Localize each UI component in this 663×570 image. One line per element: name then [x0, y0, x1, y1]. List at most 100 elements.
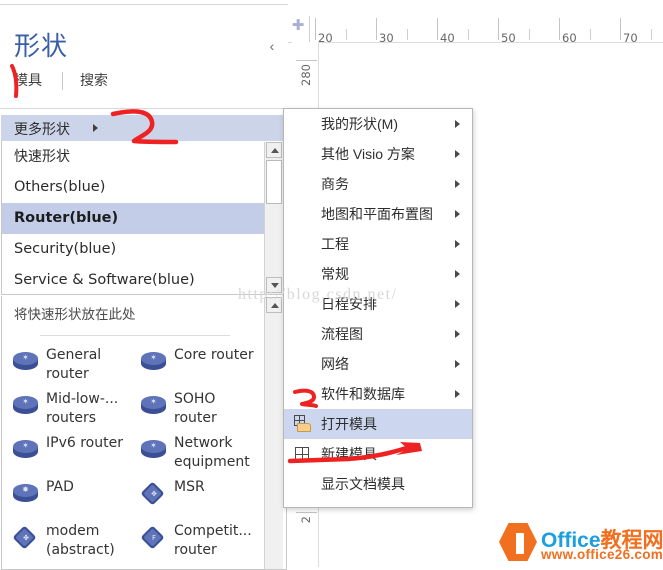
ruler-tick-label: 60	[562, 31, 577, 45]
menu-item-label: 其他 Visio 方案	[321, 146, 415, 162]
menu-item[interactable]: 其他 Visio 方案	[284, 139, 472, 169]
router-puck-icon: ✶	[12, 395, 40, 417]
stencil-item[interactable]: Router(blue)	[2, 203, 286, 234]
menu-item[interactable]: 新建模具	[284, 439, 472, 469]
quick-shapes-zone[interactable]: 将快速形状放在此处 ✶ General router ✶ Core router ✶ Mi…	[1, 296, 287, 570]
ruler-tick-label: 30	[379, 31, 394, 45]
shape-item[interactable]: ✶ Mid-low-... routers	[10, 390, 134, 432]
caret-right-icon	[93, 124, 98, 132]
shape-item[interactable]: ✶ SOHO router	[138, 390, 262, 432]
shape-item-label: Competit... router	[174, 523, 252, 558]
submenu-caret-icon	[455, 270, 460, 278]
ruler-tick	[376, 18, 377, 40]
shape-item-label: MSR	[174, 479, 205, 495]
submenu-caret-icon	[455, 300, 460, 308]
menu-item[interactable]: 常规	[284, 259, 472, 289]
router-puck-icon: ✶	[12, 439, 40, 461]
shape-item-label: SOHO router	[174, 391, 217, 426]
ruler-origin-icon[interactable]: ✚	[290, 18, 306, 34]
stencil-item[interactable]: Security(blue)	[2, 234, 286, 265]
ruler-minor-tick	[651, 29, 652, 40]
shape-item[interactable]: ✥ MSR	[138, 478, 262, 520]
menu-item[interactable]: 网络	[284, 349, 472, 379]
shape-item-label: IPv6 router	[46, 435, 123, 451]
office-tutorial-logo: Office教程网 www.office26.com	[499, 521, 663, 563]
visio-shapes-window: ✚ 20 30 40 50 60 70 280 2 形状 ‹ 模具 搜索 更多形状 快速形状…	[0, 0, 663, 570]
menu-item-label: 软件和数据库	[321, 386, 405, 402]
ruler-tick-label: 50	[501, 31, 516, 45]
menu-item[interactable]: 打开模具	[284, 409, 472, 439]
ruler-tick	[498, 18, 499, 40]
menu-item-label: 我的形状(M)	[321, 116, 398, 132]
menu-item[interactable]: 流程图	[284, 319, 472, 349]
ruler-minor-tick	[529, 29, 530, 40]
tab-stencils[interactable]: 模具	[14, 70, 42, 90]
router-puck-icon: ✸	[12, 483, 40, 505]
logo-url: www.office26.com	[541, 547, 663, 562]
chevron-left-icon[interactable]: ‹	[263, 37, 281, 55]
ruler-tick-label: 20	[318, 31, 333, 45]
menu-item[interactable]: 地图和平面布置图	[284, 199, 472, 229]
menu-item[interactable]: 显示文档模具	[284, 469, 472, 499]
more-shapes-flyout-menu[interactable]: 我的形状(M) 其他 Visio 方案 商务 地图和平面布置图 工程 常规 日程安排 流程图网…	[283, 108, 473, 508]
ruler-minor-tick	[407, 29, 408, 40]
shape-item[interactable]: ✸ PAD	[10, 478, 134, 520]
router-puck-icon: ✶	[140, 439, 168, 461]
quick-shapes-divider	[40, 335, 230, 336]
diamond-node-icon: ✥	[140, 481, 168, 506]
submenu-caret-icon	[455, 120, 460, 128]
pane-tabs: 模具 搜索	[0, 70, 288, 100]
shape-item[interactable]: ✤ modem (abstract)	[10, 522, 134, 564]
shape-item[interactable]: ✶ Core router	[138, 346, 262, 388]
ruler-tick	[437, 18, 438, 40]
stencil-scrollbar[interactable]	[264, 142, 283, 294]
shape-item[interactable]: ✶ Network equipment	[138, 434, 262, 476]
diamond-node-icon: F	[140, 525, 168, 550]
csdn-watermark: http://blog.csdn.net/	[238, 286, 398, 303]
shape-item-label: Core router	[174, 347, 254, 363]
menu-item[interactable]: 商务	[284, 169, 472, 199]
open-stencil-icon	[294, 415, 312, 433]
menu-item-label: 打开模具	[321, 416, 377, 432]
shape-item-label: Network equipment	[174, 435, 250, 470]
menu-item-label: 工程	[321, 236, 349, 252]
ruler-minor-tick	[346, 29, 347, 40]
submenu-caret-icon	[455, 150, 460, 158]
header-divider	[0, 108, 288, 109]
ruler-tick-label: 40	[440, 31, 455, 45]
shape-item[interactable]: ✶ General router	[10, 346, 134, 388]
tab-search[interactable]: 搜索	[80, 70, 108, 90]
shape-item[interactable]: ✶ IPv6 router	[10, 434, 134, 476]
scrollbar-thumb[interactable]	[266, 160, 282, 204]
stencil-item[interactable]: Others(blue)	[2, 172, 286, 203]
shapes-scrollbar[interactable]	[264, 297, 283, 569]
ruler-minor-tick	[468, 29, 469, 40]
stencil-list[interactable]: 快速形状 Others(blue) Router(blue) Security(blu…	[1, 141, 287, 295]
submenu-caret-icon	[455, 390, 460, 398]
tab-divider	[62, 72, 63, 90]
menu-item-label: 商务	[321, 176, 349, 192]
router-puck-icon: ✶	[12, 351, 40, 373]
hexagon-logo-icon	[499, 523, 537, 561]
document-glyph-icon	[512, 533, 524, 554]
diamond-node-icon: ✤	[12, 525, 40, 550]
menu-item[interactable]: 软件和数据库	[284, 379, 472, 409]
vruler-tick	[296, 512, 317, 513]
router-puck-icon: ✶	[140, 351, 168, 373]
ruler-minor-tick	[590, 29, 591, 40]
menu-item-label: 地图和平面布置图	[321, 206, 433, 222]
page-title: 形状	[14, 32, 69, 62]
shape-item-label: PAD	[46, 479, 74, 495]
scroll-up-button[interactable]	[266, 142, 282, 158]
horizontal-ruler[interactable]: ✚ 20 30 40 50 60 70	[288, 12, 663, 45]
triangle-up-icon	[271, 148, 279, 153]
stencil-item[interactable]: 快速形状	[2, 141, 286, 172]
menu-item[interactable]: 工程	[284, 229, 472, 259]
menu-item-label: 网络	[321, 356, 349, 372]
shape-item-label: Mid-low-... routers	[46, 391, 119, 426]
vruler-tick	[296, 60, 317, 61]
shape-item[interactable]: F Competit... router	[138, 522, 262, 564]
menu-item[interactable]: 我的形状(M)	[284, 109, 472, 139]
more-shapes-button[interactable]: 更多形状	[1, 114, 287, 141]
pane-top-divider	[0, 4, 288, 5]
